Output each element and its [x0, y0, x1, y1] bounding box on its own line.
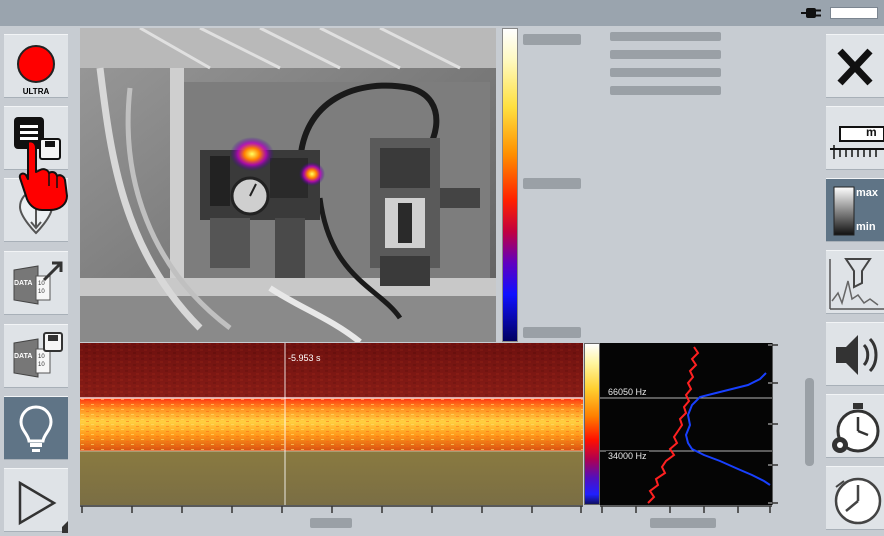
filter-spectrum-button[interactable]	[826, 250, 884, 314]
pointing-hand-icon	[18, 140, 68, 211]
frequency-axis	[772, 343, 778, 505]
play-icon	[18, 480, 68, 533]
export-data-button[interactable]: DATA 10 10	[4, 251, 68, 315]
info-line	[610, 32, 721, 41]
frequency-time-axis	[600, 505, 772, 513]
lower-frequency-label: 34000 Hz	[606, 451, 649, 461]
scale-unit-label: m	[866, 125, 877, 139]
spectrogram-color-scale	[584, 343, 600, 505]
light-button[interactable]	[4, 396, 68, 460]
filter-funnel-icon	[829, 258, 884, 310]
play-button[interactable]	[4, 468, 68, 533]
distance-ruler-icon	[830, 126, 884, 159]
timer-settings-button[interactable]	[826, 394, 884, 458]
lightbulb-icon	[19, 405, 53, 452]
scale-mid-marker[interactable]	[523, 178, 581, 189]
clock-icon	[834, 477, 882, 525]
left-toolbar: ULTRA DATA 10 10 DATA 10 10	[0, 26, 78, 536]
scale-min-marker[interactable]	[523, 327, 581, 338]
vertical-scrollbar[interactable]	[805, 378, 814, 466]
close-button[interactable]	[826, 34, 884, 98]
data-label: DATA	[14, 353, 33, 360]
scale-max-marker[interactable]	[523, 34, 581, 45]
max-label: max	[856, 187, 879, 199]
spectrogram[interactable]: -5.953 s	[80, 343, 583, 505]
status-bar	[0, 0, 884, 26]
camera-image	[80, 28, 496, 342]
distance-scale-button[interactable]: m	[826, 106, 884, 170]
frequency-scroll-handle[interactable]	[650, 518, 716, 528]
upper-frequency-label: 66050 Hz	[606, 387, 649, 397]
clock-button[interactable]	[826, 466, 884, 530]
record-label: ULTRA	[22, 87, 50, 96]
ultra-record-button[interactable]: ULTRA	[4, 34, 68, 98]
stopwatch-gear-icon	[832, 403, 880, 453]
time-axis	[80, 505, 583, 513]
speaker-icon	[836, 335, 878, 375]
binary-text: 10 10	[38, 354, 45, 368]
save-data-button[interactable]: DATA 10 10	[4, 324, 68, 388]
camera-view[interactable]	[80, 28, 496, 342]
min-label: min	[856, 221, 876, 233]
plug-icon	[801, 8, 821, 18]
frequency-plot[interactable]: 66050 Hz 34000 Hz	[600, 343, 772, 505]
frequency-plot-graph	[600, 344, 772, 504]
close-icon	[837, 48, 873, 86]
volume-button[interactable]	[826, 322, 884, 386]
info-line	[610, 68, 721, 77]
color-scale-bar	[502, 28, 518, 342]
time-scroll-handle[interactable]	[310, 518, 352, 528]
battery-icon	[830, 7, 878, 19]
cursor-time-label: -5.953 s	[288, 353, 321, 363]
range-max-min-button[interactable]: max min	[826, 178, 884, 242]
info-line	[610, 50, 721, 59]
info-line	[610, 86, 721, 95]
right-toolbar: m max min	[818, 26, 884, 536]
data-label: DATA	[14, 280, 33, 287]
binary-text: 10 10	[38, 281, 45, 295]
spectrogram-image	[80, 343, 583, 505]
